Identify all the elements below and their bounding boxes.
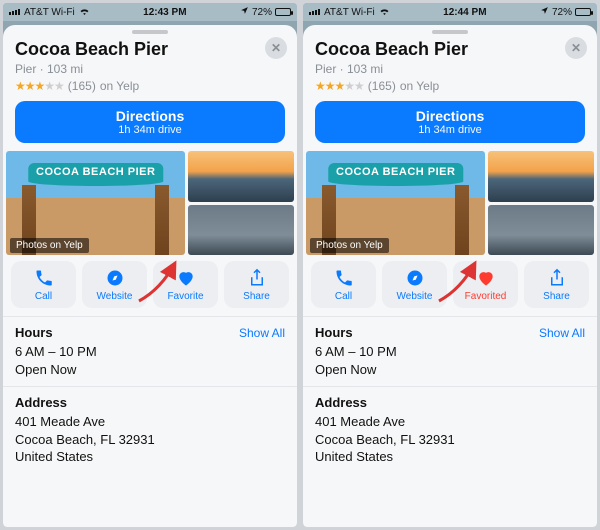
signal-icon	[309, 9, 320, 15]
photo-thumb-1[interactable]	[488, 151, 594, 202]
review-source: on Yelp	[400, 79, 439, 93]
close-button[interactable]: ✕	[265, 37, 287, 59]
rating-row[interactable]: ★★★★★ (165) on Yelp	[315, 79, 585, 93]
call-label: Call	[335, 291, 352, 302]
clock-label: 12:43 PM	[90, 7, 240, 18]
review-count: (165)	[68, 79, 96, 93]
website-button[interactable]: Website	[382, 261, 447, 308]
open-status: Open Now	[315, 361, 585, 379]
address-heading: Address	[315, 395, 585, 410]
favorite-label: Favorite	[167, 291, 203, 302]
address-line2: Cocoa Beach, FL 32931	[315, 431, 585, 449]
directions-button[interactable]: Directions 1h 34m drive	[15, 101, 285, 143]
wifi-icon	[379, 7, 390, 18]
wifi-icon	[79, 7, 90, 18]
place-title: Cocoa Beach Pier	[315, 39, 585, 60]
call-label: Call	[35, 291, 52, 302]
open-status: Open Now	[15, 361, 285, 379]
place-subtitle: Pier · 103 mi	[315, 62, 585, 76]
favorite-label: Favorited	[465, 291, 507, 302]
show-all-link[interactable]: Show All	[239, 326, 285, 340]
screenshot-left: AT&T Wi-Fi 12:43 PM 72% ✕ Cocoa Beach Pi…	[3, 3, 297, 527]
location-icon	[540, 6, 549, 18]
share-icon	[546, 267, 568, 289]
battery-icon	[575, 8, 591, 16]
signal-icon	[9, 9, 20, 15]
photo-sign-text: COCOA BEACH PIER	[28, 163, 163, 186]
address-line2: Cocoa Beach, FL 32931	[15, 431, 285, 449]
review-count: (165)	[368, 79, 396, 93]
location-icon	[240, 6, 249, 18]
close-icon: ✕	[271, 41, 281, 55]
star-icons: ★★★★★	[315, 79, 364, 93]
share-button[interactable]: Share	[524, 261, 589, 308]
favorite-button[interactable]: Favorite	[153, 261, 218, 308]
hours-range: 6 AM – 10 PM	[315, 343, 585, 361]
website-label: Website	[97, 291, 133, 302]
place-title: Cocoa Beach Pier	[15, 39, 285, 60]
star-icons: ★★★★★	[15, 79, 64, 93]
show-all-link[interactable]: Show All	[539, 326, 585, 340]
phone-icon	[33, 267, 55, 289]
photo-thumb-2[interactable]	[188, 205, 294, 256]
close-icon: ✕	[571, 41, 581, 55]
place-card: ✕ Cocoa Beach Pier Pier · 103 mi ★★★★★ (…	[3, 25, 297, 527]
screenshot-right: AT&T Wi-Fi 12:44 PM 72% ✕ Cocoa Beach Pi…	[303, 3, 597, 527]
phone-icon	[333, 267, 355, 289]
share-button[interactable]: Share	[224, 261, 289, 308]
review-source: on Yelp	[100, 79, 139, 93]
directions-button[interactable]: Directions 1h 34m drive	[315, 101, 585, 143]
photo-thumb-1[interactable]	[188, 151, 294, 202]
photo-thumb-2[interactable]	[488, 205, 594, 256]
compass-icon	[104, 267, 126, 289]
directions-label: Directions	[315, 108, 585, 124]
address-heading: Address	[15, 395, 285, 410]
directions-label: Directions	[15, 108, 285, 124]
hours-heading: Hours	[315, 325, 353, 340]
compass-icon	[404, 267, 426, 289]
share-icon	[246, 267, 268, 289]
address-line3: United States	[315, 448, 585, 466]
battery-label: 72%	[552, 7, 572, 18]
battery-label: 72%	[252, 7, 272, 18]
hours-range: 6 AM – 10 PM	[15, 343, 285, 361]
website-button[interactable]: Website	[82, 261, 147, 308]
website-label: Website	[397, 291, 433, 302]
address-line1: 401 Meade Ave	[315, 413, 585, 431]
directions-sublabel: 1h 34m drive	[315, 124, 585, 136]
address-line3: United States	[15, 448, 285, 466]
photo-sign-text: COCOA BEACH PIER	[328, 163, 463, 186]
address-section[interactable]: Address 401 Meade Ave Cocoa Beach, FL 32…	[3, 386, 297, 474]
heart-icon	[475, 267, 497, 289]
clock-label: 12:44 PM	[390, 7, 540, 18]
status-bar: AT&T Wi-Fi 12:44 PM 72%	[303, 3, 597, 21]
close-button[interactable]: ✕	[565, 37, 587, 59]
photo-strip[interactable]: COCOA BEACH PIER Photos on Yelp	[306, 151, 594, 261]
rating-row[interactable]: ★★★★★ (165) on Yelp	[15, 79, 285, 93]
photo-strip[interactable]: COCOA BEACH PIER Photos on Yelp	[6, 151, 294, 261]
address-line1: 401 Meade Ave	[15, 413, 285, 431]
photos-source-tag: Photos on Yelp	[10, 238, 89, 253]
directions-sublabel: 1h 34m drive	[15, 124, 285, 136]
status-bar: AT&T Wi-Fi 12:43 PM 72%	[3, 3, 297, 21]
action-row: Call Website Favorite Share	[3, 261, 297, 316]
hours-section: Hours Show All 6 AM – 10 PM Open Now	[303, 316, 597, 386]
carrier-label: AT&T Wi-Fi	[324, 7, 375, 18]
photos-source-tag: Photos on Yelp	[310, 238, 389, 253]
hours-heading: Hours	[15, 325, 53, 340]
address-section[interactable]: Address 401 Meade Ave Cocoa Beach, FL 32…	[303, 386, 597, 474]
place-card: ✕ Cocoa Beach Pier Pier · 103 mi ★★★★★ (…	[303, 25, 597, 527]
share-label: Share	[543, 291, 570, 302]
action-row: Call Website Favorited Share	[303, 261, 597, 316]
heart-icon	[175, 267, 197, 289]
favorite-button[interactable]: Favorited	[453, 261, 518, 308]
hours-section: Hours Show All 6 AM – 10 PM Open Now	[3, 316, 297, 386]
carrier-label: AT&T Wi-Fi	[24, 7, 75, 18]
place-subtitle: Pier · 103 mi	[15, 62, 285, 76]
call-button[interactable]: Call	[11, 261, 76, 308]
battery-icon	[275, 8, 291, 16]
share-label: Share	[243, 291, 270, 302]
call-button[interactable]: Call	[311, 261, 376, 308]
